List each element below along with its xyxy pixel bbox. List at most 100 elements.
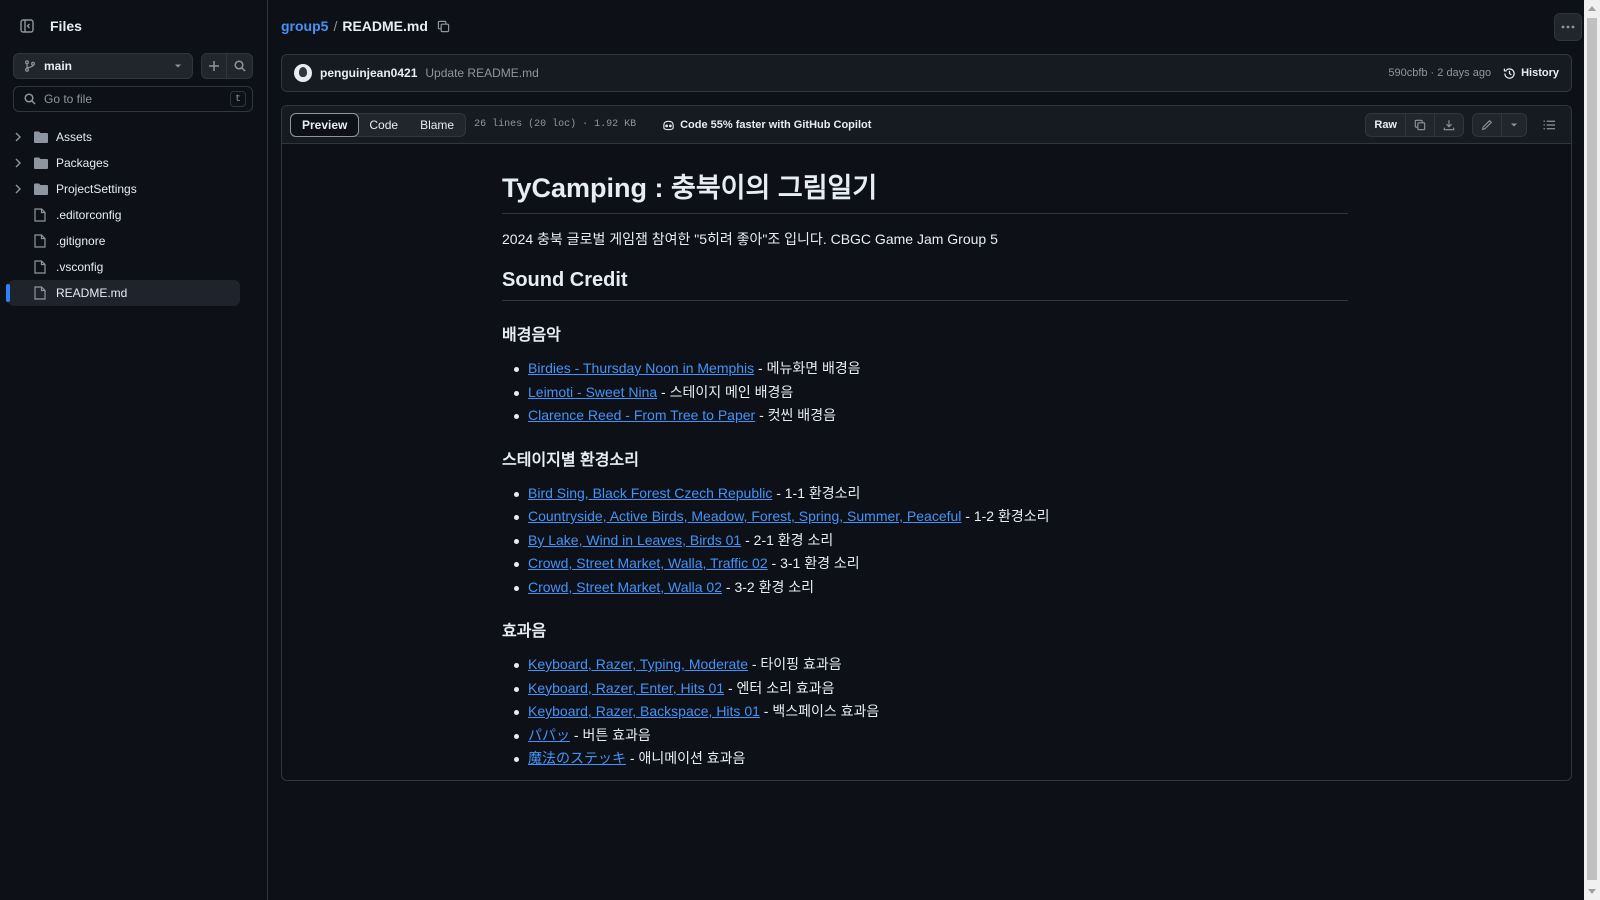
- credit-link[interactable]: Clarence Reed - From Tree to Paper: [528, 407, 755, 423]
- download-button[interactable]: [1434, 113, 1463, 136]
- list-item: By Lake, Wind in Leaves, Birds 01 - 2-1 …: [502, 529, 1348, 553]
- breadcrumb: group5 / README.md: [281, 18, 450, 34]
- scroll-down-arrow[interactable]: [1588, 889, 1596, 894]
- tree-item-editorconfig[interactable]: .editorconfig: [8, 202, 240, 228]
- credit-desc: - 3-1 환경 소리: [767, 555, 860, 571]
- search-icon: [24, 93, 36, 105]
- file-icon: [34, 234, 46, 248]
- credit-desc: - 1-2 환경소리: [961, 508, 1050, 524]
- tree-item-vsconfig[interactable]: .vsconfig: [8, 254, 240, 280]
- search-icon: [233, 60, 246, 72]
- go-to-file-placeholder: Go to file: [44, 92, 93, 106]
- sidebar-title: Files: [50, 18, 82, 34]
- credit-link[interactable]: By Lake, Wind in Leaves, Birds 01: [528, 532, 741, 548]
- credit-desc: - 메뉴화면 배경음: [754, 360, 861, 376]
- chevron-down-icon: [1511, 123, 1517, 126]
- tree-item-label: .editorconfig: [56, 208, 122, 222]
- page-scrollbar[interactable]: [1584, 0, 1600, 900]
- credit-desc: - 애니메이션 효과음: [626, 750, 746, 766]
- tab-code[interactable]: Code: [358, 114, 409, 136]
- collapse-sidebar-button[interactable]: [14, 13, 40, 39]
- credit-link[interactable]: Birdies - Thursday Noon in Memphis: [528, 360, 754, 376]
- avatar[interactable]: [294, 64, 312, 82]
- tab-blame[interactable]: Blame: [409, 114, 465, 136]
- tree-item-projectsettings[interactable]: ProjectSettings: [8, 176, 240, 202]
- scrollbar-thumb[interactable]: [1587, 18, 1597, 880]
- credit-desc: - 컷씬 배경음: [755, 407, 836, 423]
- list-item: Leimoti - Sweet Nina - 스테이지 메인 배경음: [502, 381, 1348, 405]
- readme-intro: 2024 충북 글로벌 게임잼 참여한 "5히려 좋아"조 입니다. CBGC …: [502, 231, 998, 247]
- tree-item-label: Packages: [56, 156, 109, 170]
- file-sidebar: Files main Go to file t Assets Packages …: [0, 0, 268, 900]
- list-item: Keyboard, Razer, Enter, Hits 01 - 엔터 소리 …: [502, 677, 1348, 701]
- git-branch-icon: [25, 60, 35, 72]
- tree-item-assets[interactable]: Assets: [8, 124, 240, 150]
- credit-link[interactable]: Keyboard, Razer, Backspace, Hits 01: [528, 703, 760, 719]
- tree-item-packages[interactable]: Packages: [8, 150, 240, 176]
- file-icon: [34, 286, 46, 300]
- breadcrumb-repo-link[interactable]: group5: [281, 18, 328, 34]
- tab-preview[interactable]: Preview: [290, 112, 360, 137]
- add-file-button[interactable]: [201, 53, 227, 79]
- history-button[interactable]: History: [1503, 67, 1559, 80]
- group-heading: 효과음: [502, 623, 547, 640]
- credit-desc: - 2-1 환경 소리: [741, 531, 834, 548]
- credit-list: Bird Sing, Black Forest Czech Republic -…: [502, 482, 1348, 600]
- branch-row: main: [13, 53, 253, 79]
- readme-title: TyCamping : 충북이의 그림일기: [502, 166, 1348, 214]
- tree-item-gitignore[interactable]: .gitignore: [8, 228, 240, 254]
- more-options-button[interactable]: [1554, 13, 1582, 41]
- latest-commit-bar: penguinjean0421 Update README.md 590cbfb…: [281, 54, 1572, 92]
- credit-link[interactable]: パパッ: [528, 727, 570, 743]
- tree-item-label: .gitignore: [56, 234, 106, 248]
- credit-desc: - 3-2 환경 소리: [722, 578, 814, 595]
- sidebar-header: Files: [14, 14, 82, 38]
- credit-desc: - 타이핑 효과음: [747, 656, 842, 672]
- copy-raw-button[interactable]: [1405, 113, 1434, 136]
- search-files-button[interactable]: [227, 53, 253, 79]
- sidebar-collapse-icon: [20, 19, 34, 33]
- commit-author[interactable]: penguinjean0421: [320, 66, 417, 80]
- commit-message[interactable]: Update README.md: [425, 66, 538, 80]
- credit-link[interactable]: Bird Sing, Black Forest Czech Republic: [528, 485, 772, 501]
- file-icon: [34, 208, 46, 222]
- list-unordered-icon: [1542, 120, 1555, 129]
- go-to-file-input[interactable]: Go to file t: [13, 86, 253, 112]
- file-tree: Assets Packages ProjectSettings .editorc…: [0, 124, 268, 306]
- list-item: Countryside, Active Birds, Meadow, Fores…: [502, 505, 1348, 529]
- tree-item-label: .vsconfig: [56, 260, 104, 274]
- chevron-right-icon: [15, 132, 21, 142]
- sidebar-actions: [201, 53, 253, 79]
- commit-meta-group: 590cbfb · 2 days ago History: [1388, 67, 1559, 80]
- edit-dropdown-button[interactable]: [1501, 113, 1526, 136]
- branch-selector[interactable]: main: [13, 53, 193, 79]
- outline-button[interactable]: [1535, 113, 1563, 137]
- kebab-horizontal-icon: [1561, 25, 1575, 29]
- commit-meta[interactable]: 590cbfb · 2 days ago: [1388, 67, 1491, 79]
- credit-desc: - 엔터 소리 효과음: [724, 679, 835, 696]
- edit-actions-group: [1472, 112, 1527, 137]
- credit-link[interactable]: Keyboard, Razer, Enter, Hits 01: [528, 680, 724, 696]
- group-heading: 배경음악: [502, 327, 561, 344]
- plus-icon: [209, 61, 219, 71]
- copy-icon: [437, 20, 450, 32]
- download-icon: [1443, 119, 1455, 130]
- view-mode-tabs: Preview Code Blame: [290, 112, 467, 137]
- credit-link[interactable]: Crowd, Street Market, Walla, Traffic 02: [528, 555, 768, 571]
- tree-item-readme[interactable]: README.md: [6, 280, 240, 306]
- edit-button[interactable]: [1473, 114, 1501, 136]
- credit-link[interactable]: Crowd, Street Market, Walla 02: [528, 579, 722, 595]
- raw-actions-group: Raw: [1365, 112, 1464, 137]
- history-label: History: [1521, 67, 1559, 79]
- credit-link[interactable]: Countryside, Active Birds, Meadow, Fores…: [528, 508, 961, 524]
- credit-link[interactable]: Leimoti - Sweet Nina: [528, 384, 657, 400]
- credit-link[interactable]: Keyboard, Razer, Typing, Moderate: [528, 656, 748, 672]
- credit-link[interactable]: 魔法のステッキ: [528, 750, 626, 766]
- raw-button[interactable]: Raw: [1366, 114, 1405, 136]
- scroll-up-arrow[interactable]: [1588, 6, 1596, 11]
- file-actions: Raw: [1365, 112, 1563, 137]
- copy-path-button[interactable]: [437, 20, 450, 33]
- file-icon: [34, 260, 46, 274]
- copilot-promo-link[interactable]: Code 55% faster with GitHub Copilot: [662, 119, 871, 131]
- branch-name: main: [44, 59, 73, 73]
